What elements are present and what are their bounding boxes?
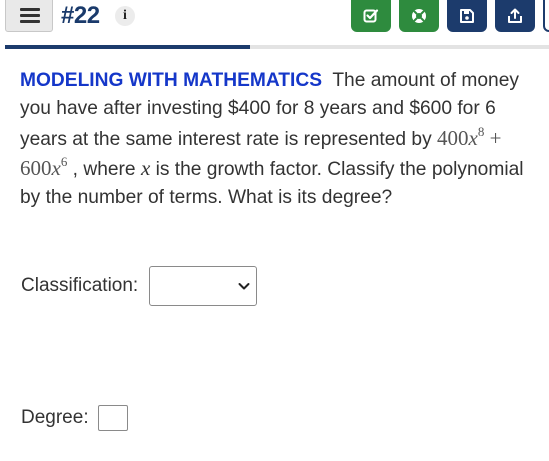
lifebuoy-icon (412, 9, 426, 23)
chevron-down-icon (238, 283, 250, 290)
classification-dropdown[interactable] (149, 266, 257, 306)
progress-fill (5, 45, 250, 49)
classification-label: Classification: (21, 275, 139, 296)
problem-text-part-2: , where (72, 158, 136, 180)
share-button[interactable] (495, 0, 535, 32)
top-bar: #22 i (0, 0, 549, 50)
save-icon (460, 9, 474, 23)
degree-label: Degree: (21, 407, 89, 428)
term-1-variable: x (468, 125, 478, 150)
problem-text: MODELING WITH MATHEMATICS The amount of … (20, 67, 532, 212)
share-icon (508, 8, 522, 23)
save-button[interactable] (447, 0, 487, 32)
progress-bar (5, 45, 549, 49)
info-icon[interactable]: i (115, 6, 135, 26)
term-2-variable: x (51, 155, 61, 180)
problem-lead: MODELING WITH MATHEMATICS (20, 70, 322, 91)
variable-x: x (140, 155, 151, 180)
hamburger-icon (20, 8, 40, 26)
help-button[interactable] (399, 0, 439, 32)
term-1-exponent: 8 (477, 123, 485, 139)
toolbar-more-button[interactable] (543, 0, 549, 32)
term-1-coefficient: 400 (437, 125, 469, 150)
check-box-icon (363, 9, 379, 23)
menu-button[interactable] (5, 0, 53, 32)
term-2-coefficient: 600 (20, 155, 52, 180)
degree-input[interactable] (98, 405, 128, 431)
question-number: #22 (61, 2, 100, 29)
plus-sign: + (489, 125, 502, 150)
term-2-exponent: 6 (60, 153, 68, 169)
check-answer-button[interactable] (351, 0, 391, 32)
